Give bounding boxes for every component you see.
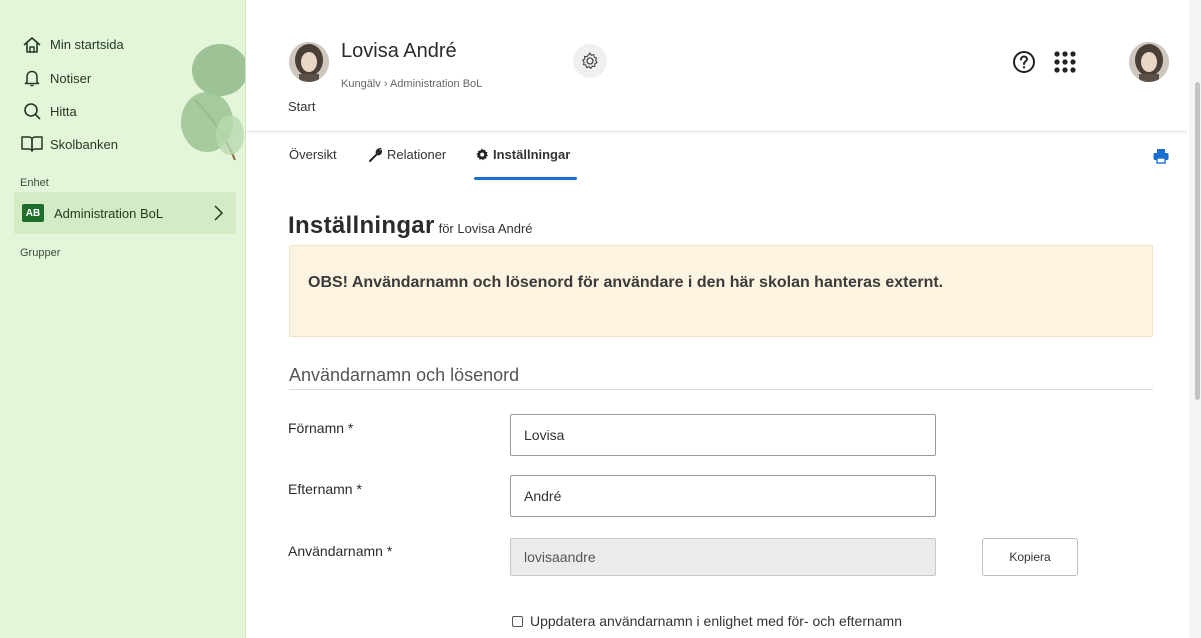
help-button[interactable] — [1012, 50, 1036, 74]
breadcrumb-unit[interactable]: Administration BoL — [390, 78, 482, 90]
help-icon — [1013, 51, 1035, 73]
book-icon — [20, 133, 44, 155]
firstname-input[interactable] — [510, 414, 936, 456]
leaf-decoration-icon — [181, 44, 245, 161]
profile-header — [247, 10, 1187, 132]
update-username-checkbox-row[interactable]: Uppdatera användarnamn i enlighet med fö… — [512, 613, 902, 629]
sidebar-item-label: Min startsida — [50, 37, 124, 52]
breadcrumb-school[interactable]: Kungälv — [341, 78, 381, 90]
account-avatar[interactable] — [1129, 42, 1169, 82]
profile-settings-button[interactable] — [573, 44, 607, 78]
sidebar-item-notifications[interactable]: Notiser — [20, 67, 91, 89]
sidebar-item-skolbanken[interactable]: Skolbanken — [20, 133, 118, 155]
profile-avatar — [289, 42, 329, 82]
page-title-text: Inställningar — [288, 212, 435, 239]
section-heading: Användarnamn och lösenord — [289, 365, 520, 385]
breadcrumb: Kungälv › Administration BoL — [341, 78, 482, 90]
tab-label: Inställningar — [493, 147, 571, 162]
tab-relationer[interactable]: Relationer — [368, 147, 446, 162]
sidebar-item-search[interactable]: Hitta — [20, 100, 77, 122]
username-input[interactable] — [510, 538, 936, 576]
apps-button[interactable] — [1053, 50, 1077, 74]
apps-grid-icon — [1054, 51, 1076, 73]
header-divider — [247, 131, 1187, 132]
tab-oversikt[interactable]: Översikt — [289, 147, 337, 162]
bell-icon — [20, 67, 44, 89]
tab-label: Översikt — [289, 147, 337, 162]
print-icon — [1153, 149, 1169, 164]
page-title-suffix: för Lovisa André — [438, 221, 533, 236]
scrollbar-thumb[interactable] — [1195, 82, 1200, 400]
tab-label: Relationer — [387, 147, 447, 162]
print-button[interactable] — [1152, 147, 1170, 165]
start-link[interactable]: Start — [288, 99, 315, 114]
sidebar-item-home[interactable]: Min startsida — [20, 34, 124, 56]
tab-installningar[interactable]: Inställningar — [475, 147, 570, 162]
home-icon — [20, 34, 44, 56]
copy-username-button[interactable]: Kopiera — [982, 538, 1078, 576]
sidebar: Min startsida Notiser Hitta Skolbanken E… — [0, 0, 246, 638]
wrench-icon — [369, 147, 382, 162]
unit-badge: AB — [22, 204, 44, 222]
active-tab-indicator — [474, 177, 577, 180]
sidebar-item-label: Hitta — [50, 103, 77, 119]
unit-section-label: Enhet — [20, 177, 49, 189]
sidebar-item-administration-bol[interactable]: AB Administration BoL — [14, 192, 236, 234]
page-title: Inställningar för Lovisa André — [288, 212, 533, 240]
notice-text: OBS! Användarnamn och lösenord för använ… — [308, 274, 944, 291]
firstname-label: Förnamn * — [288, 420, 354, 436]
breadcrumb-separator: › — [383, 78, 388, 90]
gear-icon — [582, 52, 598, 69]
groups-section-label: Grupper — [20, 247, 61, 259]
chevron-right-icon — [214, 205, 224, 221]
user-name: Lovisa André — [341, 40, 457, 62]
lastname-input[interactable] — [510, 475, 936, 517]
sidebar-item-label: Notiser — [50, 70, 92, 86]
external-accounts-notice: OBS! Användarnamn och lösenord för använ… — [289, 245, 1153, 337]
update-username-checkbox[interactable] — [512, 615, 523, 627]
update-username-checkbox-label: Uppdatera användarnamn i enlighet med fö… — [530, 613, 902, 629]
sidebar-item-label: Skolbanken — [50, 136, 118, 152]
username-label: Användarnamn * — [288, 543, 393, 559]
section-divider — [289, 389, 1153, 390]
unit-label: Administration BoL — [54, 205, 164, 221]
gear-icon — [476, 148, 488, 160]
lastname-label: Efternamn * — [288, 481, 362, 497]
search-icon — [20, 100, 44, 122]
